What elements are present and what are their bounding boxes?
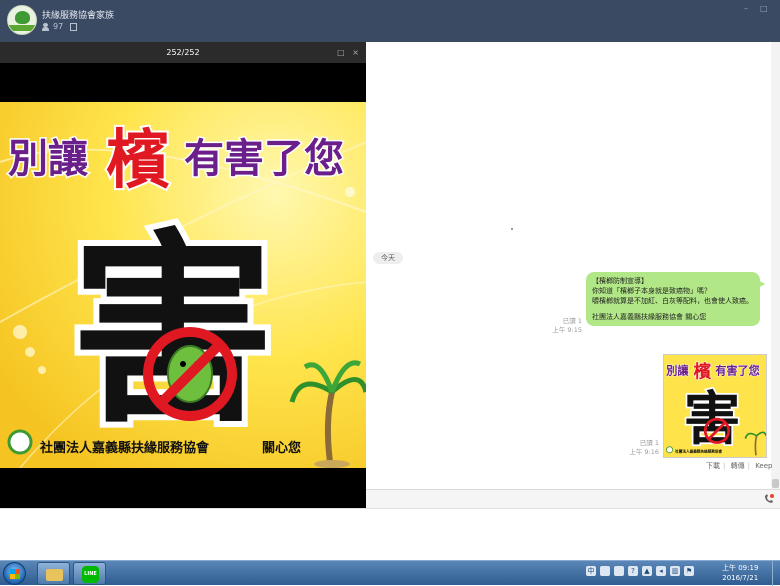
explorer-task-button[interactable] <box>37 562 70 585</box>
headline-right: 有害了您 <box>184 136 344 182</box>
member-count: 97 <box>53 22 64 31</box>
line-task-button[interactable]: LINE <box>73 562 106 585</box>
clock[interactable]: 上午 09:19 2016/7/21 <box>722 563 758 583</box>
tray-arrow-icon[interactable]: ▲ <box>642 566 652 576</box>
scrollbar[interactable] <box>771 42 780 489</box>
image-thumbnail[interactable]: 別讓 檳 有害了您 害 社團法人嘉義縣扶緣服務協會 <box>663 354 767 458</box>
image-actions: 下載 | 轉傳 | Keep <box>706 462 773 470</box>
group-avatar[interactable] <box>7 5 37 35</box>
start-button[interactable] <box>3 562 26 585</box>
download-link[interactable]: 下載 <box>706 462 720 470</box>
member-info[interactable]: 97 <box>42 22 78 31</box>
image-message-meta: 已讀 1 上午 9:16 <box>621 439 659 457</box>
keyboard-icon[interactable] <box>614 566 624 576</box>
folder-icon <box>46 569 63 581</box>
chat-header: 扶緣服務協會家族 97 – □ <box>0 0 780 42</box>
scrollbar-thumb[interactable] <box>772 479 779 488</box>
viewer-toolbar: 252/252 □ × <box>0 42 366 63</box>
chat-panel[interactable]: 今天 已讀 1 上午 9:15 【檳榔防制宣導】 你知道「檳榔子本身就是致癌物」… <box>366 42 780 489</box>
headline-left: 別讓 <box>8 136 89 182</box>
svg-text:社團法人嘉義縣扶緣服務協會: 社團法人嘉義縣扶緣服務協會 <box>674 449 722 454</box>
phone-call-icon[interactable] <box>764 494 774 504</box>
footer-care: 關心您 <box>262 440 301 456</box>
read-status: 已讀 1 <box>639 439 659 447</box>
ime-mode-icon[interactable] <box>600 566 610 576</box>
group-name[interactable]: 扶緣服務協會家族 <box>42 8 114 21</box>
show-desktop-button[interactable] <box>772 561 780 586</box>
viewer-close-icon[interactable]: × <box>352 48 359 57</box>
keep-link[interactable]: Keep <box>755 462 772 470</box>
message-input[interactable] <box>0 508 780 560</box>
person-icon <box>42 22 49 31</box>
system-tray: 中 ? ▲ ◂ ▥ ⚑ <box>586 566 694 576</box>
flag-tray-icon[interactable]: ⚑ <box>684 566 694 576</box>
svg-text:檳: 檳 <box>694 360 712 382</box>
headline-big: 檳 <box>106 124 170 198</box>
clock-time: 上午 09:19 <box>722 564 759 572</box>
read-status: 已讀 1 <box>562 317 582 325</box>
poster-image[interactable]: 別讓 檳 有害了您 害 社團法人嘉義縣扶緣服務協會 關心您 <box>0 102 366 468</box>
date-separator: 今天 <box>373 252 403 264</box>
svg-text:有害了您: 有害了您 <box>715 364 760 378</box>
footer-org: 社團法人嘉義縣扶緣服務協會 <box>39 440 210 456</box>
message-bubble[interactable]: 【檳榔防制宣導】 你知道「檳榔子本身就是致癌物」嗎？ 嚼檳榔就算是不加紅、白灰等… <box>586 272 765 326</box>
message-time: 上午 9:16 <box>629 448 659 456</box>
leaf-logo-icon <box>15 11 30 24</box>
note-icon[interactable] <box>70 22 78 31</box>
forward-link[interactable]: 轉傳 <box>731 462 745 470</box>
image-counter: 252/252 <box>166 48 200 57</box>
message-meta: 已讀 1 上午 9:15 <box>546 317 582 335</box>
windows-logo-icon <box>10 569 20 579</box>
ime-icon[interactable]: 中 <box>586 566 596 576</box>
help-icon[interactable]: ? <box>628 566 638 576</box>
volume-icon[interactable]: ◂ <box>656 566 666 576</box>
maximize-icon[interactable]: □ <box>760 4 768 13</box>
message-time: 上午 9:15 <box>552 326 582 334</box>
clock-date: 2016/7/21 <box>722 574 759 582</box>
org-logo-icon <box>7 429 33 455</box>
viewer-maximize-icon[interactable]: □ <box>337 48 345 57</box>
network-icon[interactable]: ▥ <box>670 566 680 576</box>
input-toolbar <box>366 489 780 508</box>
image-viewer: 252/252 □ × 別讓 檳 有害了您 害 社團法人嘉義縣扶緣服務協會 關心… <box>0 42 366 508</box>
minimize-icon[interactable]: – <box>744 4 748 13</box>
svg-text:別讓: 別讓 <box>665 364 689 378</box>
line-app-icon: LINE <box>82 566 99 583</box>
taskbar: LINE 中 ? ▲ ◂ ▥ ⚑ 上午 09:19 2016/7/21 <box>0 560 780 586</box>
